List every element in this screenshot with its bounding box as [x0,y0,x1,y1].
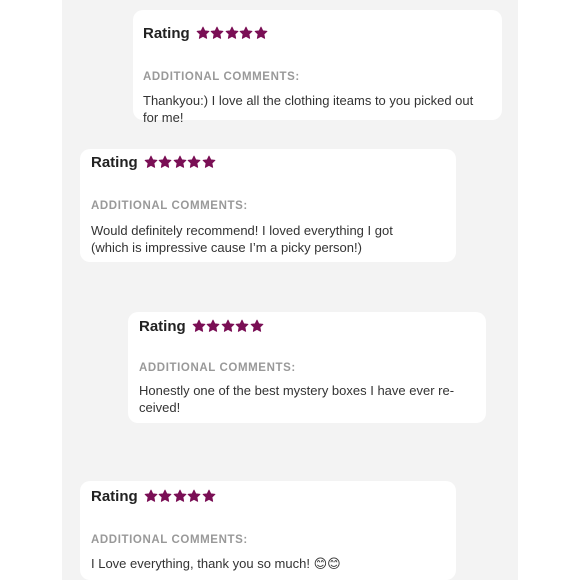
additional-comments-label: ADDITIONAL COMMENTS: [143,71,300,83]
comment-text: Thankyou:) I love all the clothing iteam… [143,92,473,126]
star-rating [192,319,265,333]
comment-line: Thankyou:) I love all the clothing iteam… [143,93,474,108]
star-icon [239,26,253,39]
star-icon [187,155,201,168]
rating-label: Rating [143,24,190,42]
star-icon [158,155,172,168]
comment-text: I Love everything, thank you so much! 😊😊 [91,555,341,572]
star-icon [202,155,216,168]
star-icon [144,489,158,502]
review-card-1: Rating ADDITIONAL COMMENTS: Thankyou:) I… [133,10,502,125]
star-icon [158,489,172,502]
rating-row: Rating [91,152,216,172]
star-icon [235,319,249,332]
star-rating [196,26,269,40]
additional-comments-label: ADDITIONAL COMMENTS: [139,362,296,374]
rating-label: Rating [91,153,138,171]
star-icon [173,155,187,168]
review-card-4: Rating ADDITIONAL COMMENTS: I Love every… [80,481,456,580]
review-card-2: Rating ADDITIONAL COMMENTS: Would defini… [80,149,456,262]
star-icon [210,26,224,39]
rating-label: Rating [91,487,138,505]
star-icon [196,26,210,39]
comment-line: Honestly one of the best mystery boxes I… [139,383,455,398]
review-card-3: Rating ADDITIONAL COMMENTS: Honestly one… [128,312,486,423]
comment-text: Honestly one of the best mystery boxes I… [139,382,454,416]
star-icon [192,319,206,332]
star-icon [254,26,268,39]
comment-text: Would definitely recommend! I loved ever… [91,222,393,256]
star-rating [144,155,217,169]
star-icon [173,489,187,502]
rating-row: Rating [91,486,216,506]
comment-line: I Love everything, thank you so much! 😊😊 [91,556,341,571]
rating-row: Rating [139,316,264,336]
star-icon [221,319,235,332]
star-icon [250,319,264,332]
star-icon [225,26,239,39]
star-rating [144,489,217,503]
comment-line: (which is impressive cause I’m a picky p… [91,240,362,255]
rating-row: Rating [143,23,268,43]
additional-comments-label: ADDITIONAL COMMENTS: [91,200,248,212]
star-icon [144,155,158,168]
comment-line: Would definitely recommend! I loved ever… [91,223,393,238]
star-icon [187,489,201,502]
additional-comments-label: ADDITIONAL COMMENTS: [91,534,248,546]
comment-line: for me! [143,110,184,125]
rating-label: Rating [139,317,186,335]
star-icon [206,319,220,332]
star-icon [202,489,216,502]
comment-line: ceived! [139,400,181,415]
